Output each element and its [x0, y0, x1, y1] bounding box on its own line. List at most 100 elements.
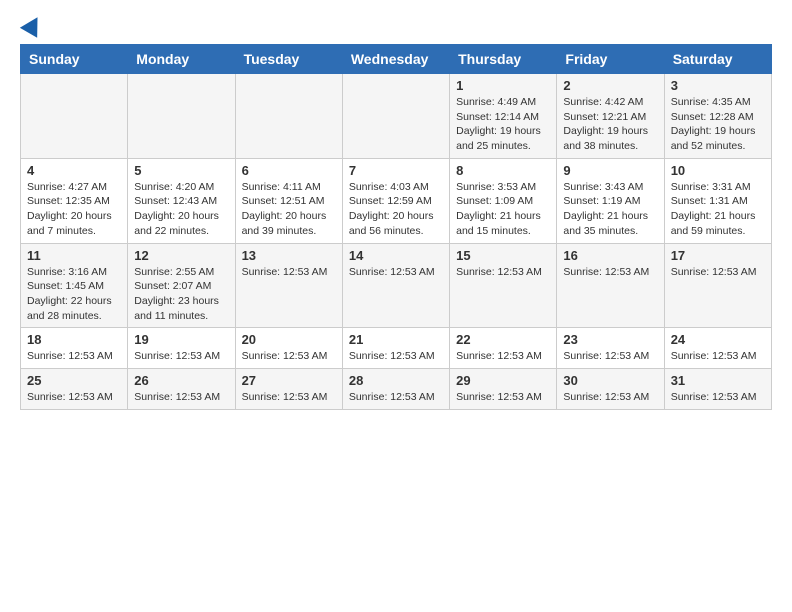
- day-number: 21: [349, 332, 443, 347]
- calendar-cell: 2 Sunrise: 4:42 AM Sunset: 12:21 AM Dayli…: [557, 74, 664, 159]
- day-info: Sunrise: 12:53 AM: [242, 349, 336, 364]
- day-number: 2: [563, 78, 657, 93]
- column-header-tuesday: Tuesday: [235, 45, 342, 74]
- day-info: Sunrise: 3:53 AM Sunset: 1:09 AM Dayligh…: [456, 180, 550, 239]
- day-number: 9: [563, 163, 657, 178]
- calendar-cell: [21, 74, 128, 159]
- calendar-cell: 29 Sunrise: 12:53 AM: [450, 368, 557, 409]
- day-number: 26: [134, 373, 228, 388]
- day-info: Sunrise: 3:31 AM Sunset: 1:31 AM Dayligh…: [671, 180, 765, 239]
- day-info: Sunrise: 4:27 AM Sunset: 12:35 AM Daylig…: [27, 180, 121, 239]
- day-number: 13: [242, 248, 336, 263]
- column-header-friday: Friday: [557, 45, 664, 74]
- day-info: Sunrise: 12:53 AM: [671, 390, 765, 405]
- calendar-header-row: SundayMondayTuesdayWednesdayThursdayFrid…: [21, 45, 772, 74]
- day-number: 17: [671, 248, 765, 263]
- day-info: Sunrise: 12:53 AM: [349, 390, 443, 405]
- day-number: 23: [563, 332, 657, 347]
- day-info: Sunrise: 12:53 AM: [671, 265, 765, 280]
- day-number: 22: [456, 332, 550, 347]
- day-info: Sunrise: 4:11 AM Sunset: 12:51 AM Daylig…: [242, 180, 336, 239]
- calendar-week-row: 25Sunrise: 12:53 AM26Sunrise: 12:53 AM27…: [21, 368, 772, 409]
- day-number: 27: [242, 373, 336, 388]
- column-header-thursday: Thursday: [450, 45, 557, 74]
- calendar-cell: 12Sunrise: 2:55 AM Sunset: 2:07 AM Dayli…: [128, 243, 235, 328]
- day-info: Sunrise: 12:53 AM: [134, 349, 228, 364]
- calendar-cell: 28 Sunrise: 12:53 AM: [342, 368, 449, 409]
- calendar-cell: 31 Sunrise: 12:53 AM: [664, 368, 771, 409]
- day-info: Sunrise: 3:43 AM Sunset: 1:19 AM Dayligh…: [563, 180, 657, 239]
- calendar-cell: 24 Sunrise: 12:53 AM: [664, 328, 771, 369]
- calendar-week-row: 11 Sunrise: 3:16 AM Sunset: 1:45 AM Dayli…: [21, 243, 772, 328]
- day-number: 11: [27, 248, 121, 263]
- calendar-cell: 5Sunrise: 4:20 AM Sunset: 12:43 AM Dayli…: [128, 158, 235, 243]
- calendar-cell: 7 Sunrise: 4:03 AM Sunset: 12:59 AM Dayli…: [342, 158, 449, 243]
- day-info: Sunrise: 12:53 AM: [456, 390, 550, 405]
- calendar-cell: 3 Sunrise: 4:35 AM Sunset: 12:28 AM Dayli…: [664, 74, 771, 159]
- day-number: 7: [349, 163, 443, 178]
- calendar-cell: 6 Sunrise: 4:11 AM Sunset: 12:51 AM Dayli…: [235, 158, 342, 243]
- calendar-cell: 27 Sunrise: 12:53 AM: [235, 368, 342, 409]
- day-number: 6: [242, 163, 336, 178]
- calendar-cell: 30Sunrise: 12:53 AM: [557, 368, 664, 409]
- calendar-cell: 9 Sunrise: 3:43 AM Sunset: 1:19 AM Daylig…: [557, 158, 664, 243]
- day-info: Sunrise: 4:35 AM Sunset: 12:28 AM Daylig…: [671, 95, 765, 154]
- calendar-cell: [128, 74, 235, 159]
- calendar-cell: 19 Sunrise: 12:53 AM: [128, 328, 235, 369]
- calendar-cell: 1 Sunrise: 4:49 AM Sunset: 12:14 AM Dayli…: [450, 74, 557, 159]
- day-number: 19: [134, 332, 228, 347]
- logo: [20, 20, 43, 34]
- day-info: Sunrise: 12:53 AM: [456, 265, 550, 280]
- day-info: Sunrise: 12:53 AM: [563, 349, 657, 364]
- day-number: 15: [456, 248, 550, 263]
- day-number: 24: [671, 332, 765, 347]
- calendar-cell: [235, 74, 342, 159]
- day-info: Sunrise: 12:53 AM: [27, 349, 121, 364]
- calendar-cell: 4 Sunrise: 4:27 AM Sunset: 12:35 AM Dayli…: [21, 158, 128, 243]
- day-info: Sunrise: 12:53 AM: [671, 349, 765, 364]
- calendar-cell: 14Sunrise: 12:53 AM: [342, 243, 449, 328]
- calendar-cell: 26 Sunrise: 12:53 AM: [128, 368, 235, 409]
- calendar-cell: [342, 74, 449, 159]
- day-number: 1: [456, 78, 550, 93]
- calendar-cell: 21Sunrise: 12:53 AM: [342, 328, 449, 369]
- calendar-week-row: 18Sunrise: 12:53 AM19Sunrise: 12:53 AM20…: [21, 328, 772, 369]
- day-info: Sunrise: 4:49 AM Sunset: 12:14 AM Daylig…: [456, 95, 550, 154]
- day-number: 4: [27, 163, 121, 178]
- day-number: 3: [671, 78, 765, 93]
- day-number: 25: [27, 373, 121, 388]
- day-info: Sunrise: 4:03 AM Sunset: 12:59 AM Daylig…: [349, 180, 443, 239]
- day-info: Sunrise: 4:20 AM Sunset: 12:43 AM Daylig…: [134, 180, 228, 239]
- column-header-sunday: Sunday: [21, 45, 128, 74]
- day-number: 31: [671, 373, 765, 388]
- day-info: Sunrise: 4:42 AM Sunset: 12:21 AM Daylig…: [563, 95, 657, 154]
- calendar-week-row: 4 Sunrise: 4:27 AM Sunset: 12:35 AM Dayli…: [21, 158, 772, 243]
- day-info: Sunrise: 3:16 AM Sunset: 1:45 AM Dayligh…: [27, 265, 121, 324]
- calendar-cell: 10Sunrise: 3:31 AM Sunset: 1:31 AM Dayli…: [664, 158, 771, 243]
- calendar-cell: 8Sunrise: 3:53 AM Sunset: 1:09 AM Daylig…: [450, 158, 557, 243]
- day-info: Sunrise: 12:53 AM: [563, 390, 657, 405]
- calendar-cell: 16 Sunrise: 12:53 AM: [557, 243, 664, 328]
- day-info: Sunrise: 2:55 AM Sunset: 2:07 AM Dayligh…: [134, 265, 228, 324]
- day-number: 16: [563, 248, 657, 263]
- day-info: Sunrise: 12:53 AM: [242, 265, 336, 280]
- calendar-cell: 18 Sunrise: 12:53 AM: [21, 328, 128, 369]
- day-number: 20: [242, 332, 336, 347]
- day-info: Sunrise: 12:53 AM: [563, 265, 657, 280]
- calendar-cell: 20 Sunrise: 12:53 AM: [235, 328, 342, 369]
- calendar-cell: 17 Sunrise: 12:53 AM: [664, 243, 771, 328]
- calendar-cell: 15 Sunrise: 12:53 AM: [450, 243, 557, 328]
- day-info: Sunrise: 12:53 AM: [27, 390, 121, 405]
- day-number: 29: [456, 373, 550, 388]
- header: [20, 20, 772, 34]
- day-number: 28: [349, 373, 443, 388]
- column-header-saturday: Saturday: [664, 45, 771, 74]
- calendar-cell: 22Sunrise: 12:53 AM: [450, 328, 557, 369]
- calendar-cell: 13 Sunrise: 12:53 AM: [235, 243, 342, 328]
- day-number: 18: [27, 332, 121, 347]
- calendar-cell: 11 Sunrise: 3:16 AM Sunset: 1:45 AM Dayli…: [21, 243, 128, 328]
- column-header-wednesday: Wednesday: [342, 45, 449, 74]
- day-info: Sunrise: 12:53 AM: [242, 390, 336, 405]
- day-info: Sunrise: 12:53 AM: [134, 390, 228, 405]
- logo-triangle-icon: [20, 12, 46, 38]
